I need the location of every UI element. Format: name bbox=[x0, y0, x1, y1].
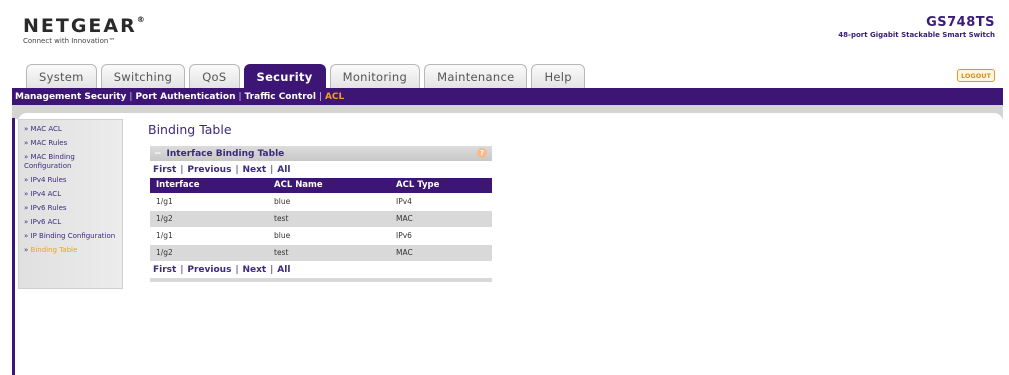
column-header-interface: Interface bbox=[156, 180, 200, 191]
column-header-acl-type: ACL Type bbox=[396, 180, 440, 191]
pager-separator: | bbox=[180, 164, 184, 175]
sidemenu-item-label: IPv6 Rules bbox=[30, 204, 67, 212]
collapse-icon[interactable]: − bbox=[154, 149, 162, 159]
logout-button[interactable]: LOGOUT bbox=[957, 69, 995, 82]
pager-separator: | bbox=[180, 264, 184, 275]
sidemenu-item-ipv4-acl[interactable]: » IPv4 ACL bbox=[24, 190, 122, 199]
cell-acl-name: blue bbox=[268, 192, 390, 210]
subnav-separator: | bbox=[318, 91, 322, 102]
chevron-right-icon: » bbox=[24, 190, 29, 198]
cell-interface: 1/g2 bbox=[150, 209, 268, 227]
sidemenu-item-ipv6-acl[interactable]: » IPv6 ACL bbox=[24, 218, 122, 227]
pager-previous-link[interactable]: Previous bbox=[187, 265, 231, 275]
column-header-acl-name: ACL Name bbox=[274, 180, 323, 191]
cell-acl-type: MAC bbox=[390, 243, 492, 261]
model-description: 48-port Gigabit Stackable Smart Switch bbox=[838, 31, 995, 39]
sub-navigation: Management Security | Port Authenticatio… bbox=[12, 88, 1003, 105]
interface-binding-table-panel: − Interface Binding Table ? First | Prev… bbox=[150, 146, 492, 289]
table-row: 1/g2 test MAC bbox=[150, 243, 492, 261]
help-icon[interactable]: ? bbox=[477, 148, 487, 158]
header: NETGEAR® Connect with Innovation™ GS748T… bbox=[12, 6, 1003, 62]
cell-acl-name: test bbox=[268, 243, 390, 261]
tab-system[interactable]: System bbox=[26, 64, 97, 88]
pager-first-link[interactable]: First bbox=[153, 265, 176, 275]
pager-next-link[interactable]: Next bbox=[242, 165, 266, 175]
cell-interface: 1/g2 bbox=[150, 243, 268, 261]
chevron-right-icon: » bbox=[24, 246, 29, 254]
chevron-right-icon: » bbox=[24, 218, 29, 226]
sidemenu-item-label: IP Binding Configuration bbox=[30, 232, 116, 240]
subnav-acl[interactable]: ACL bbox=[325, 92, 344, 102]
logo-mark: ® bbox=[136, 15, 145, 24]
panel-header: − Interface Binding Table ? bbox=[150, 146, 492, 161]
chevron-right-icon: » bbox=[24, 153, 29, 161]
tab-help[interactable]: Help bbox=[531, 64, 585, 88]
cell-acl-type: IPv6 bbox=[390, 226, 492, 244]
subnav-separator: | bbox=[238, 91, 242, 102]
tab-maintenance[interactable]: Maintenance bbox=[424, 64, 528, 88]
tab-switching[interactable]: Switching bbox=[100, 64, 186, 88]
subnav-port-authentication[interactable]: Port Authentication bbox=[135, 92, 235, 102]
cell-acl-name: blue bbox=[268, 226, 390, 244]
chevron-right-icon: » bbox=[24, 176, 29, 184]
sidemenu-item-label: IPv4 ACL bbox=[30, 190, 62, 198]
subnav-traffic-control[interactable]: Traffic Control bbox=[245, 92, 316, 102]
cell-acl-type: IPv4 bbox=[390, 192, 492, 210]
panel-title: Interface Binding Table bbox=[166, 148, 285, 159]
table-header-row: Interface ACL Name ACL Type bbox=[150, 178, 492, 193]
sidemenu-item-ip-binding-configuration[interactable]: » IP Binding Configuration bbox=[24, 232, 122, 241]
model-name: GS748TS bbox=[926, 15, 995, 30]
subnav-separator: | bbox=[129, 91, 133, 102]
subnav-management-security[interactable]: Management Security bbox=[15, 92, 126, 102]
pager-first-link[interactable]: First bbox=[153, 165, 176, 175]
side-menu: » MAC ACL » MAC Rules » MAC Binding Conf… bbox=[18, 119, 123, 289]
table-row: 1/g1 blue IPv6 bbox=[150, 226, 492, 244]
cell-acl-name: test bbox=[268, 209, 390, 227]
sidemenu-item-mac-rules[interactable]: » MAC Rules bbox=[24, 139, 122, 148]
tab-monitoring[interactable]: Monitoring bbox=[329, 64, 421, 88]
main-tabs: System Switching QoS Security Monitoring… bbox=[26, 64, 585, 88]
cell-interface: 1/g1 bbox=[150, 226, 268, 244]
sidemenu-item-ipv4-rules[interactable]: » IPv4 Rules bbox=[24, 176, 122, 185]
pager-next-link[interactable]: Next bbox=[242, 265, 266, 275]
cell-acl-type: MAC bbox=[390, 209, 492, 227]
chevron-right-icon: » bbox=[24, 232, 29, 240]
sidemenu-item-mac-acl[interactable]: » MAC ACL bbox=[24, 125, 122, 134]
cell-interface: 1/g1 bbox=[150, 192, 268, 210]
pager-all-link[interactable]: All bbox=[277, 165, 290, 175]
netgear-logo: NETGEAR® bbox=[23, 15, 145, 37]
sidemenu-item-ipv6-rules[interactable]: » IPv6 Rules bbox=[24, 204, 122, 213]
pager-separator: | bbox=[270, 164, 274, 175]
pager-separator: | bbox=[235, 264, 239, 275]
sidemenu-item-label: MAC Rules bbox=[30, 139, 68, 147]
chevron-right-icon: » bbox=[24, 204, 29, 212]
sidemenu-item-label: MAC ACL bbox=[30, 125, 62, 133]
page-title: Binding Table bbox=[148, 122, 232, 137]
sidemenu-item-label: MAC Binding Configuration bbox=[24, 153, 75, 170]
tab-qos[interactable]: QoS bbox=[189, 64, 240, 88]
binding-table: Interface ACL Name ACL Type 1/g1 blue IP… bbox=[150, 178, 492, 261]
pager-previous-link[interactable]: Previous bbox=[187, 165, 231, 175]
pager-all-link[interactable]: All bbox=[277, 265, 290, 275]
panel-footer bbox=[150, 278, 492, 282]
table-row: 1/g2 test MAC bbox=[150, 209, 492, 227]
pager-separator: | bbox=[270, 264, 274, 275]
tagline: Connect with Innovation™ bbox=[23, 37, 116, 45]
tab-security[interactable]: Security bbox=[243, 64, 326, 88]
logo-text: NETGEAR bbox=[23, 15, 137, 37]
sidemenu-item-label: Binding Table bbox=[30, 246, 78, 254]
chevron-right-icon: » bbox=[24, 139, 29, 147]
pager-bottom: First | Previous | Next | All bbox=[150, 261, 492, 278]
sidemenu-item-mac-binding-configuration[interactable]: » MAC Binding Configuration bbox=[24, 153, 122, 171]
left-accent-bar bbox=[12, 118, 15, 375]
table-row: 1/g1 blue IPv4 bbox=[150, 192, 492, 210]
pager-top: First | Previous | Next | All bbox=[150, 161, 492, 178]
sidemenu-item-label: IPv6 ACL bbox=[30, 218, 62, 226]
sidemenu-item-binding-table[interactable]: » Binding Table bbox=[24, 246, 122, 255]
pager-separator: | bbox=[235, 164, 239, 175]
chevron-right-icon: » bbox=[24, 125, 29, 133]
sidemenu-item-label: IPv4 Rules bbox=[30, 176, 67, 184]
